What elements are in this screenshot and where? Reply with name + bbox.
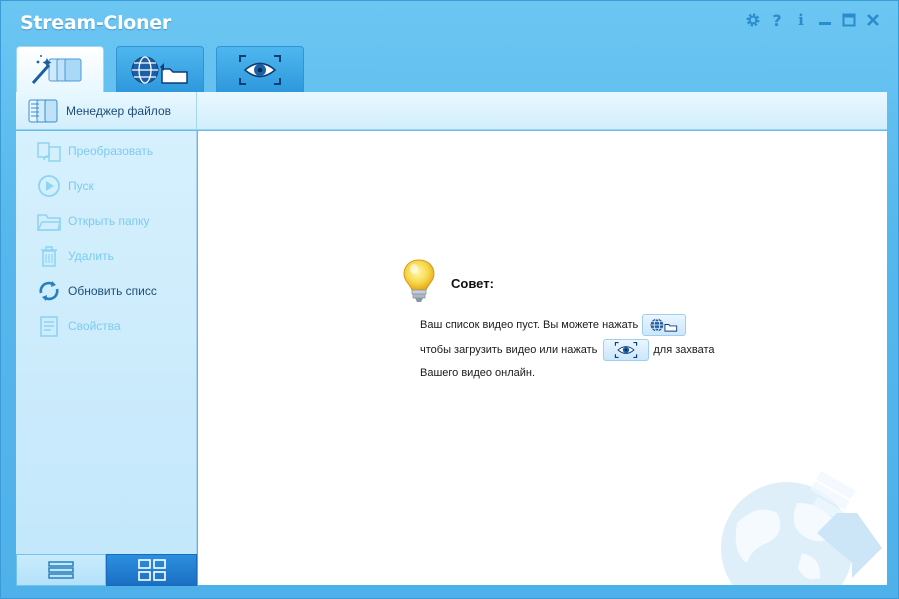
app-window: Stream-Cloner ? i Менеджер файлов Преобр…	[0, 0, 899, 599]
globe-folder-icon	[650, 318, 678, 332]
title-bar-controls: ? i	[744, 10, 882, 30]
list-view-icon	[48, 561, 74, 579]
sidebar-item-play[interactable]: Пуск	[16, 168, 196, 203]
sidebar: Преобразовать Пуск Открыть папку Удалить	[16, 131, 197, 585]
tab-file-manager[interactable]	[16, 46, 104, 93]
tab-capture[interactable]	[216, 46, 304, 92]
video-list-area: Совет: Ваш список видео пуст. Вы можете …	[198, 131, 887, 585]
sidebar-item-label: Пуск	[68, 178, 94, 193]
tip-title: Совет:	[451, 276, 494, 291]
tip-text: для захвата	[653, 344, 715, 356]
grid-view-button[interactable]	[106, 554, 197, 586]
tip-text: Вашего видео онлайн.	[420, 367, 536, 379]
inline-capture-button[interactable]	[603, 339, 650, 361]
sidebar-item-label: Преобразовать	[68, 143, 154, 158]
convert-icon	[36, 138, 62, 164]
globe-watermark-icon	[721, 470, 882, 585]
info-icon[interactable]: i	[792, 10, 810, 30]
toolbar: Менеджер файлов	[16, 92, 887, 130]
sidebar-item-label: Обновить списс	[68, 283, 157, 298]
tip-line-3: Вашего видео онлайн.	[420, 367, 535, 379]
refresh-icon	[36, 278, 62, 304]
info-glyph: i	[798, 11, 804, 29]
view-switcher	[16, 554, 197, 586]
tip-text: Ваш список видео пуст. Вы можете нажать	[420, 319, 639, 331]
sidebar-item-label: Свойства	[68, 318, 121, 333]
help-icon[interactable]: ?	[768, 10, 786, 30]
sidebar-item-label: Открыть папку	[68, 213, 150, 228]
list-view-button[interactable]	[16, 554, 106, 586]
globe-folder-icon	[131, 55, 188, 84]
tip-line-2: чтобы загрузить видео или нажать для зах…	[420, 339, 715, 361]
maximize-icon[interactable]	[840, 10, 858, 30]
gear-icon[interactable]	[744, 10, 762, 30]
eye-capture-icon	[615, 342, 638, 358]
sidebar-item-delete[interactable]: Удалить	[16, 238, 196, 273]
lightbulb-icon	[403, 259, 435, 302]
close-icon[interactable]	[864, 10, 882, 30]
folder-icon	[36, 208, 62, 234]
files-wand-icon	[31, 55, 82, 84]
sidebar-item-properties[interactable]: Свойства	[16, 308, 196, 343]
main-tabs	[16, 46, 304, 93]
tip-text: чтобы загрузить видео или нажать	[420, 344, 598, 356]
play-icon	[36, 173, 62, 199]
sidebar-item-convert[interactable]: Преобразовать	[16, 133, 196, 168]
grid-view-icon	[137, 559, 166, 581]
file-manager-label: Менеджер файлов	[66, 104, 171, 118]
file-manager-button[interactable]: Менеджер файлов	[16, 92, 197, 130]
inline-download-button[interactable]	[642, 314, 687, 336]
sidebar-item-open-folder[interactable]: Открыть папку	[16, 203, 196, 238]
trash-icon	[36, 243, 62, 269]
sidebar-item-label: Удалить	[68, 248, 114, 263]
eye-capture-icon	[239, 54, 281, 85]
app-title: Stream-Cloner	[20, 12, 171, 34]
sidebar-item-refresh[interactable]: Обновить списс	[16, 273, 196, 308]
tab-download[interactable]	[116, 46, 204, 92]
minimize-icon[interactable]	[816, 10, 834, 30]
file-manager-icon	[28, 99, 58, 123]
tip-line-1: Ваш список видео пуст. Вы можете нажать	[420, 314, 690, 336]
help-glyph: ?	[772, 10, 782, 30]
properties-icon	[36, 313, 62, 339]
